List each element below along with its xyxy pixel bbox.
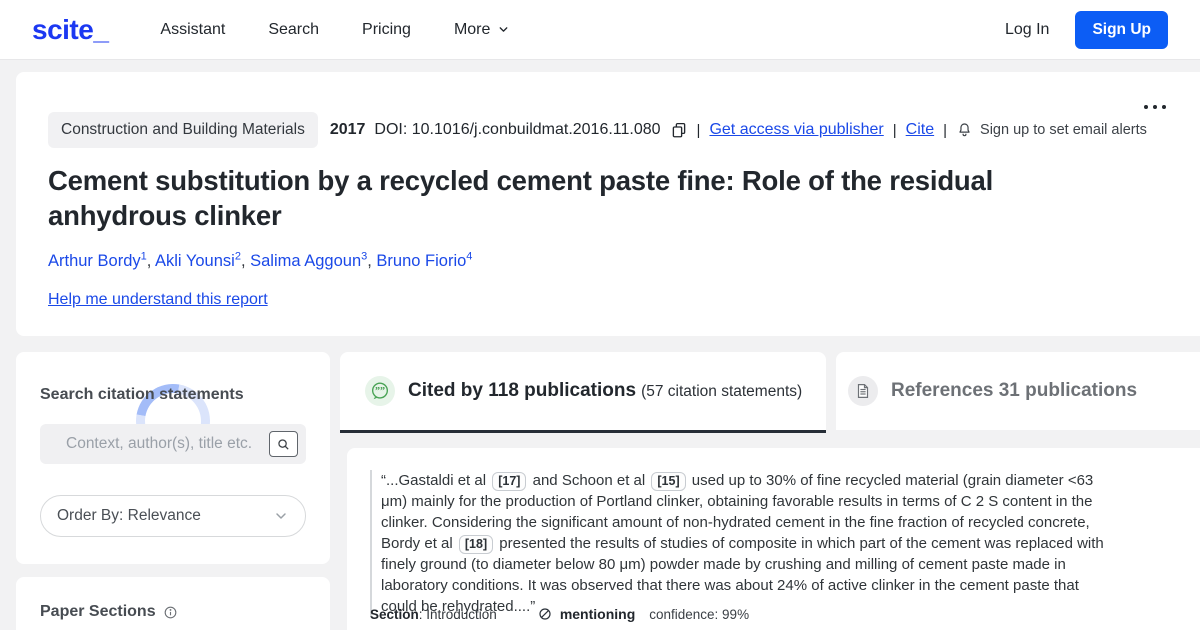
separator: | xyxy=(697,122,701,139)
more-options-icon[interactable] xyxy=(1144,105,1166,109)
chevron-down-icon xyxy=(273,508,289,524)
scite-report-page: scite_ Assistant Search Pricing More Log… xyxy=(0,0,1200,630)
citation-search-input[interactable] xyxy=(40,424,306,464)
copy-doi-icon[interactable] xyxy=(670,121,688,139)
search-icon xyxy=(276,437,291,452)
publication-year: 2017 xyxy=(330,121,366,139)
tab-cited-by[interactable]: ”” Cited by 118 publications(57 citation… xyxy=(340,352,826,433)
document-icon xyxy=(848,376,878,406)
citation-search-card: Search citation statements Order By: Rel… xyxy=(16,352,330,564)
nav-links: Assistant Search Pricing More xyxy=(160,21,510,39)
publisher-access-link[interactable]: Get access via publisher xyxy=(709,121,883,139)
reference-chip[interactable]: [17] xyxy=(492,472,526,491)
confidence-value: confidence: 99% xyxy=(649,607,749,622)
author-list: Arthur Bordy1Akli Younsi2Salima Aggoun3B… xyxy=(48,250,472,271)
login-link[interactable]: Log In xyxy=(1005,21,1049,39)
citation-statement-meta: Section : Introduction mentioning confid… xyxy=(370,606,749,622)
tab-cited-by-label: Cited by 118 publications(57 citation st… xyxy=(408,380,802,402)
paper-header-card: Construction and Building Materials 2017… xyxy=(16,72,1200,336)
email-alerts-label: Sign up to set email alerts xyxy=(980,122,1147,138)
separator: | xyxy=(893,122,897,139)
paper-sections-heading: Paper Sections xyxy=(40,603,178,621)
info-icon[interactable] xyxy=(163,605,178,620)
nav-item-assistant[interactable]: Assistant xyxy=(160,21,225,39)
classification-badge[interactable]: mentioning xyxy=(537,606,635,622)
author-link[interactable]: Arthur Bordy1 xyxy=(48,252,155,270)
section-value: : Introduction xyxy=(419,607,497,622)
reference-chip[interactable]: [18] xyxy=(459,535,493,554)
journal-chip[interactable]: Construction and Building Materials xyxy=(48,112,318,148)
nav-right: Log In Sign Up xyxy=(1005,11,1168,49)
author-link[interactable]: Salima Aggoun3 xyxy=(250,252,376,270)
quote-bubble-icon: ”” xyxy=(365,376,395,406)
citation-search-field xyxy=(40,424,306,464)
top-navbar: scite_ Assistant Search Pricing More Log… xyxy=(0,0,1200,60)
nav-item-search[interactable]: Search xyxy=(268,21,319,39)
signup-button[interactable]: Sign Up xyxy=(1075,11,1168,49)
paper-title: Cement substitution by a recycled cement… xyxy=(48,163,1108,233)
email-alerts-button[interactable]: Sign up to set email alerts xyxy=(956,121,1147,139)
mentioning-icon xyxy=(537,606,553,622)
author-link[interactable]: Bruno Fiorio4 xyxy=(376,252,472,270)
author-link[interactable]: Akli Younsi2 xyxy=(155,252,250,270)
paper-sections-card: Paper Sections xyxy=(16,577,330,630)
search-submit-button[interactable] xyxy=(269,431,298,457)
cite-link[interactable]: Cite xyxy=(906,121,934,139)
citation-statements-panel: “...Gastaldi et al [17] and Schoon et al… xyxy=(347,448,1200,630)
scite-logo[interactable]: scite_ xyxy=(32,14,108,46)
doi-text: DOI: 10.1016/j.conbuildmat.2016.11.080 xyxy=(374,121,660,139)
classification-label: mentioning xyxy=(560,606,635,622)
help-understand-link[interactable]: Help me understand this report xyxy=(48,291,268,309)
nav-item-pricing[interactable]: Pricing xyxy=(362,21,411,39)
separator: | xyxy=(943,122,947,139)
paper-meta-row: Construction and Building Materials 2017… xyxy=(48,112,1147,148)
section-label: Section xyxy=(370,607,419,622)
tab-references-label: References 31 publications xyxy=(891,380,1137,402)
nav-item-more[interactable]: More xyxy=(454,21,510,39)
order-by-label: Order By: Relevance xyxy=(57,507,201,525)
bell-icon xyxy=(956,121,973,139)
tab-references[interactable]: References 31 publications xyxy=(836,352,1200,430)
chevron-down-icon xyxy=(497,23,510,36)
citation-statement-quote: “...Gastaldi et al [17] and Schoon et al… xyxy=(370,470,1112,617)
svg-text:””: ”” xyxy=(375,386,385,397)
reference-chip[interactable]: [15] xyxy=(651,472,685,491)
citation-search-heading: Search citation statements xyxy=(40,386,244,404)
order-by-dropdown[interactable]: Order By: Relevance xyxy=(40,495,306,537)
